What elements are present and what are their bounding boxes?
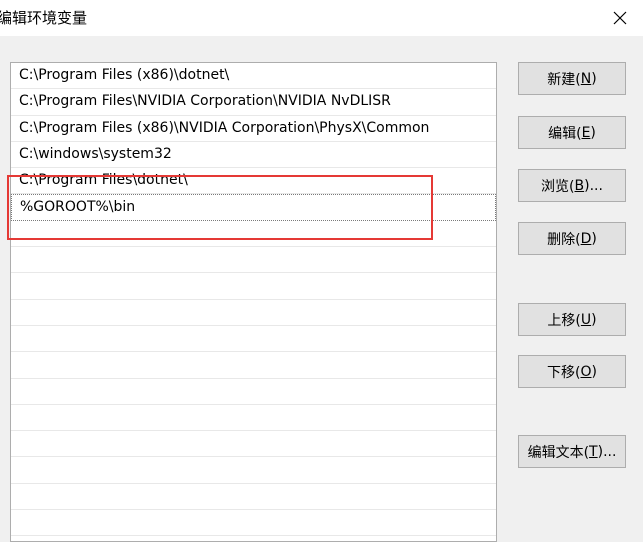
- empty-row[interactable]: [11, 300, 496, 326]
- empty-row[interactable]: [11, 221, 496, 248]
- delete-button[interactable]: 删除(D): [518, 222, 626, 255]
- list-item[interactable]: C:\Program Files\dotnet\: [11, 168, 496, 195]
- list-item[interactable]: C:\windows\system32: [11, 142, 496, 169]
- browse-button[interactable]: 浏览(B)...: [518, 169, 626, 202]
- empty-row[interactable]: [11, 326, 496, 353]
- empty-row[interactable]: [11, 273, 496, 300]
- close-icon: [613, 11, 627, 25]
- empty-row[interactable]: [11, 431, 496, 458]
- empty-row[interactable]: [11, 510, 496, 537]
- empty-row[interactable]: [11, 457, 496, 484]
- list-item[interactable]: C:\Program Files (x86)\dotnet\: [11, 63, 496, 90]
- window-title: 编辑环境变量: [0, 9, 88, 27]
- list-item-editing[interactable]: %GOROOT%\bin: [11, 194, 496, 221]
- edit-button[interactable]: 编辑(E): [518, 116, 626, 149]
- empty-row[interactable]: [11, 379, 496, 405]
- empty-row[interactable]: [11, 247, 496, 274]
- edit-text-button[interactable]: 编辑文本(T)...: [518, 435, 626, 468]
- empty-row[interactable]: [11, 405, 496, 432]
- empty-row[interactable]: [11, 352, 496, 379]
- close-button[interactable]: [597, 0, 643, 36]
- new-button[interactable]: 新建(N): [518, 62, 626, 95]
- list-item[interactable]: C:\Program Files\NVIDIA Corporation\NVID…: [11, 89, 496, 116]
- move-down-button[interactable]: 下移(O): [518, 355, 626, 388]
- title-bar: 编辑环境变量: [0, 0, 643, 36]
- path-list[interactable]: C:\Program Files (x86)\dotnet\ C:\Progra…: [10, 62, 497, 542]
- empty-row[interactable]: [11, 484, 496, 511]
- move-up-button[interactable]: 上移(U): [518, 303, 626, 336]
- list-item[interactable]: C:\Program Files (x86)\NVIDIA Corporatio…: [11, 116, 496, 142]
